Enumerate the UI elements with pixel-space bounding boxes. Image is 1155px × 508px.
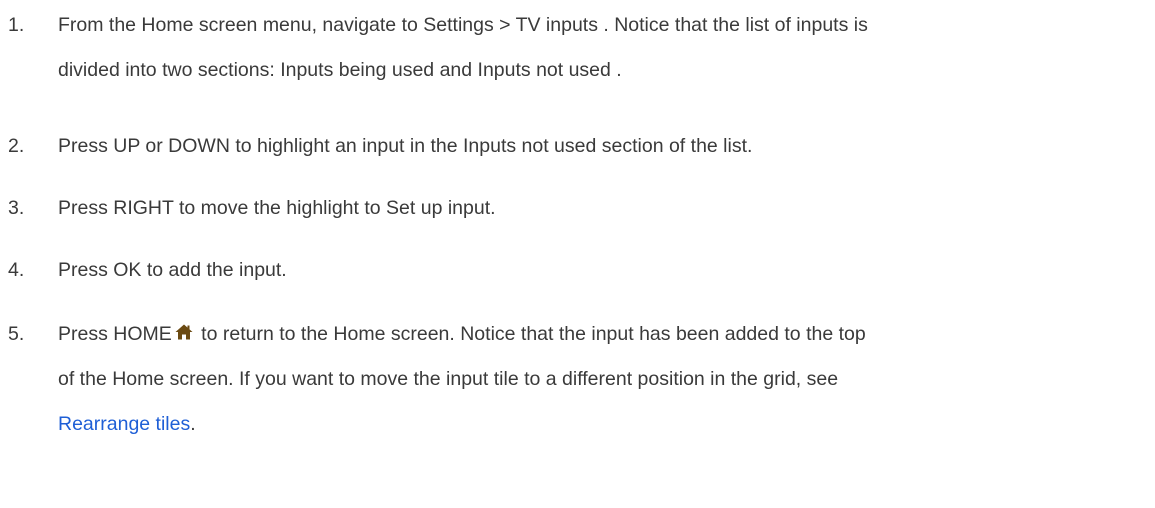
step-text-line: From the Home screen menu, navigate to S… [58,14,868,36]
step-text: Press OK to add the input. [58,259,287,281]
step-number: 1. [8,14,25,36]
step-text: From the Home screen menu, navigate to S… [58,3,868,93]
step-number: 3. [8,197,25,219]
step-text-line: of the Home screen. If you want to move … [58,368,839,390]
step-text: Press RIGHT to move the highlight to Set… [58,197,496,219]
step-number: 4. [8,259,25,281]
step-text-line: Press HOME to return to the Home screen.… [58,312,866,357]
rearrange-tiles-link[interactable]: Rearrange tiles [58,413,190,435]
step-text-line: Rearrange tiles. [58,402,866,447]
step-text-after-icon: to return to the Home screen. Notice tha… [195,323,866,345]
step-text-period: . [190,413,196,435]
step-text-before-icon: Press HOME [58,323,172,345]
step-text: Press UP or DOWN to highlight an input i… [58,135,753,157]
step-text: Press HOME to return to the Home screen.… [58,312,866,447]
step-number: 5. [8,323,25,345]
step-number: 2. [8,135,25,157]
step-text-line: divided into two sections: Inputs being … [58,59,622,81]
home-icon [174,322,194,342]
